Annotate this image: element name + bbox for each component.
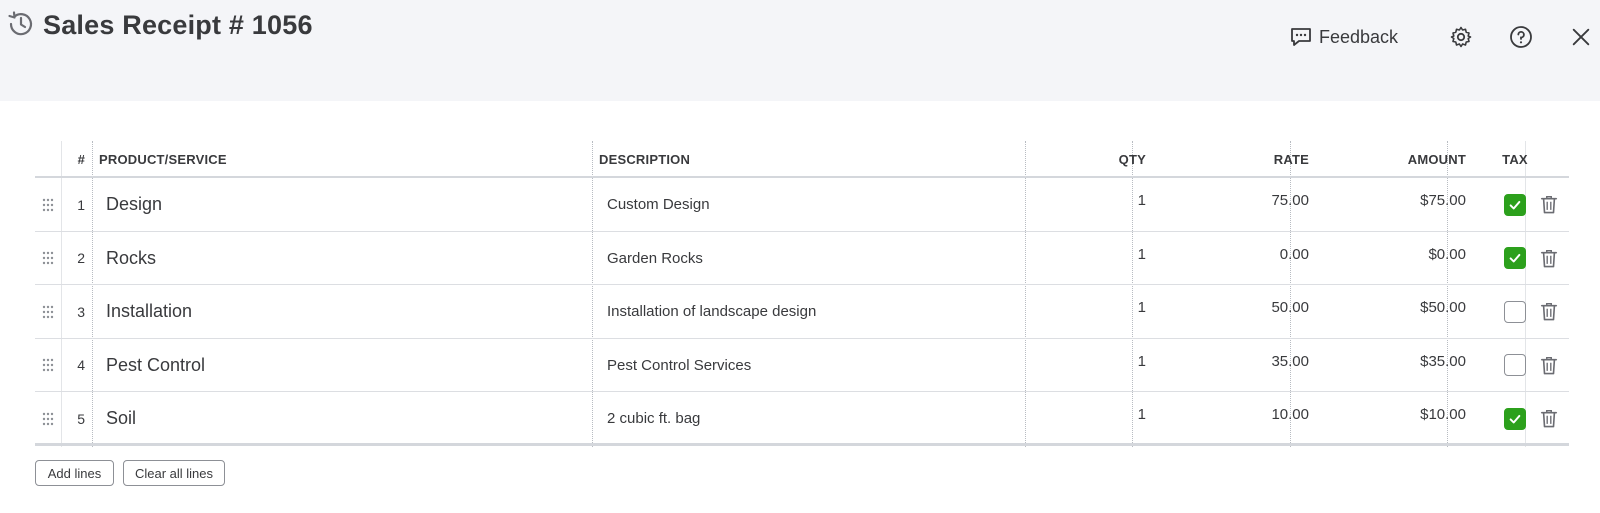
- description-cell[interactable]: Custom Design: [607, 178, 1027, 231]
- feedback-label: Feedback: [1319, 26, 1399, 47]
- trash-icon[interactable]: [1529, 285, 1569, 338]
- check-icon: [1508, 251, 1522, 265]
- column-header-qty[interactable]: QTY: [1040, 141, 1154, 178]
- line-items-table: # PRODUCT/SERVICE DESCRIPTION QTY RATE A…: [35, 141, 1569, 446]
- history-icon[interactable]: [4, 8, 36, 40]
- trash-icon[interactable]: [1529, 178, 1569, 231]
- clear-all-lines-button[interactable]: Clear all lines: [123, 460, 225, 486]
- qty-cell[interactable]: 1: [1040, 339, 1154, 392]
- line-number: 4: [77, 357, 85, 374]
- rate-cell[interactable]: 10.00: [1166, 392, 1317, 445]
- header-bar: Sales Receipt # 1056 Feedback: [0, 0, 1600, 101]
- rate-cell[interactable]: 50.00: [1166, 285, 1317, 338]
- tax-checkbox[interactable]: [1504, 354, 1526, 377]
- line-number: 3: [77, 303, 85, 320]
- column-header-tax: TAX: [1502, 152, 1528, 167]
- qty-cell[interactable]: 1: [1040, 178, 1154, 231]
- product-service-cell[interactable]: Installation: [106, 285, 586, 338]
- line-number: 2: [77, 250, 85, 267]
- column-header-num: #: [77, 152, 85, 167]
- drag-handle-icon[interactable]: [40, 178, 56, 231]
- trash-icon[interactable]: [1529, 232, 1569, 285]
- rate-cell[interactable]: 35.00: [1166, 339, 1317, 392]
- check-icon: [1508, 198, 1522, 212]
- product-service-cell[interactable]: Soil: [106, 392, 586, 445]
- drag-handle-icon[interactable]: [40, 392, 56, 445]
- description-cell[interactable]: 2 cubic ft. bag: [607, 392, 1027, 445]
- table-row: 3 Installation Installation of landscape d…: [35, 285, 1569, 339]
- table-row: 5 Soil 2 cubic ft. bag 1 10.00 $10.00: [35, 392, 1569, 446]
- speech-bubble-icon: [1291, 28, 1311, 46]
- line-number: 1: [77, 196, 85, 213]
- check-icon: [1508, 412, 1522, 426]
- product-service-cell[interactable]: Pest Control: [106, 339, 586, 392]
- table-row: 2 Rocks Garden Rocks 1 0.00 $0.00: [35, 232, 1569, 286]
- help-icon[interactable]: [1508, 24, 1534, 50]
- column-header-rate[interactable]: RATE: [1166, 141, 1317, 178]
- amount-cell[interactable]: $10.00: [1323, 392, 1474, 445]
- table-body: 1 Design Custom Design 1 75.00 $75.00 2 Rocks Ga…: [35, 178, 1569, 446]
- table-row: 4 Pest Control Pest Control Services 1 35.00…: [35, 339, 1569, 393]
- tax-checkbox[interactable]: [1504, 407, 1526, 430]
- description-cell[interactable]: Installation of landscape design: [607, 285, 1027, 338]
- tax-checkbox[interactable]: [1504, 193, 1526, 216]
- drag-handle-icon[interactable]: [40, 339, 56, 392]
- column-header-amount[interactable]: AMOUNT: [1323, 141, 1474, 178]
- tax-checkbox[interactable]: [1504, 300, 1526, 323]
- feedback-button[interactable]: Feedback: [1289, 24, 1398, 50]
- description-cell[interactable]: Pest Control Services: [607, 339, 1027, 392]
- add-lines-button[interactable]: Add lines: [35, 460, 114, 486]
- table-row: 1 Design Custom Design 1 75.00 $75.00: [35, 178, 1569, 232]
- close-icon[interactable]: [1568, 24, 1594, 50]
- tax-checkbox[interactable]: [1504, 247, 1526, 270]
- table-header: # PRODUCT/SERVICE DESCRIPTION QTY RATE A…: [35, 141, 1569, 178]
- amount-cell[interactable]: $75.00: [1323, 178, 1474, 231]
- column-header-description[interactable]: DESCRIPTION: [599, 141, 690, 178]
- amount-cell[interactable]: $35.00: [1323, 339, 1474, 392]
- qty-cell[interactable]: 1: [1040, 392, 1154, 445]
- drag-handle-icon[interactable]: [40, 285, 56, 338]
- trash-icon[interactable]: [1529, 339, 1569, 392]
- line-number: 5: [77, 410, 85, 427]
- column-header-product[interactable]: PRODUCT/SERVICE: [99, 141, 227, 178]
- description-cell[interactable]: Garden Rocks: [607, 232, 1027, 285]
- qty-cell[interactable]: 1: [1040, 285, 1154, 338]
- trash-icon[interactable]: [1529, 392, 1569, 445]
- rate-cell[interactable]: 0.00: [1166, 232, 1317, 285]
- qty-cell[interactable]: 1: [1040, 232, 1154, 285]
- gear-icon[interactable]: [1448, 24, 1474, 50]
- amount-cell[interactable]: $0.00: [1323, 232, 1474, 285]
- page-title: Sales Receipt # 1056: [43, 10, 313, 40]
- product-service-cell[interactable]: Design: [106, 178, 586, 231]
- amount-cell[interactable]: $50.00: [1323, 285, 1474, 338]
- rate-cell[interactable]: 75.00: [1166, 178, 1317, 231]
- product-service-cell[interactable]: Rocks: [106, 232, 586, 285]
- drag-handle-icon[interactable]: [40, 232, 56, 285]
